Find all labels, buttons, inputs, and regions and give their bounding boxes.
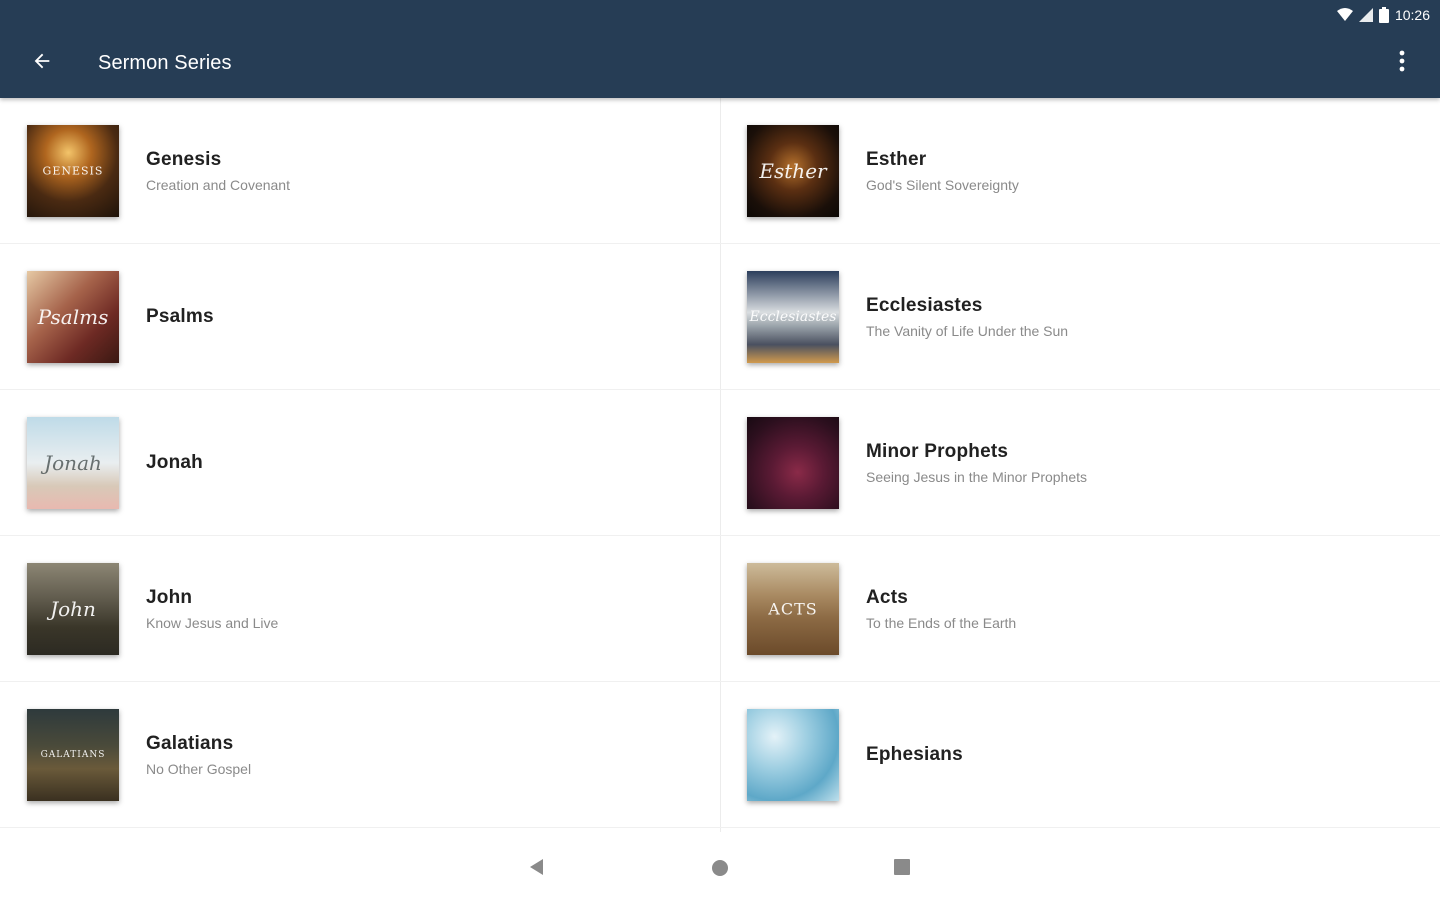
page-title: Sermon Series <box>98 51 232 74</box>
artwork-label: Esther <box>759 158 827 183</box>
series-subtitle: To the Ends of the Earth <box>866 614 1017 631</box>
series-title: Genesis <box>146 148 222 170</box>
series-subtitle: The Vanity of Life Under the Sun <box>866 322 1069 339</box>
series-item-galatians[interactable]: GALATIANS Galatians No Other Gospel <box>0 682 720 828</box>
series-subtitle: No Other Gospel <box>146 760 252 777</box>
series-item-genesis[interactable]: GENESIS Genesis Creation and Covenant <box>0 98 720 244</box>
back-button[interactable] <box>22 43 62 83</box>
artwork-label: ACTS <box>768 599 818 618</box>
series-artwork-ephesians <box>747 708 839 801</box>
series-artwork-minor-prophets <box>747 416 839 509</box>
series-item-esther[interactable]: Esther Esther God's Silent Sovereignty <box>720 98 1440 244</box>
back-triangle-icon[interactable] <box>528 858 548 878</box>
series-subtitle: God's Silent Sovereignty <box>866 176 1019 193</box>
series-subtitle: Creation and Covenant <box>146 176 290 193</box>
series-title: Psalms <box>146 305 214 327</box>
wifi-icon <box>1336 8 1353 22</box>
series-title: Jonah <box>146 451 203 473</box>
series-subtitle: Seeing Jesus in the Minor Prophets <box>866 468 1088 485</box>
series-artwork-john: John <box>27 562 119 655</box>
artwork-label: GENESIS <box>42 164 104 177</box>
signal-icon <box>1358 8 1373 22</box>
series-item-acts[interactable]: ACTS Acts To the Ends of the Earth <box>720 536 1440 682</box>
series-item-jonah[interactable]: Jonah Jonah <box>0 390 720 536</box>
series-title: Esther <box>866 148 927 170</box>
series-item-ecclesiastes[interactable]: Ecclesiastes Ecclesiastes The Vanity of … <box>720 244 1440 390</box>
artwork-label: John <box>50 596 96 621</box>
series-artwork-galatians: GALATIANS <box>27 708 119 801</box>
series-artwork-acts: ACTS <box>747 562 839 655</box>
series-artwork-genesis: GENESIS <box>27 124 119 217</box>
artwork-label: GALATIANS <box>40 749 106 760</box>
more-vert-icon <box>1399 50 1405 77</box>
series-item-ephesians[interactable]: Ephesians <box>720 682 1440 828</box>
status-bar: 10:26 <box>1336 4 1430 26</box>
home-circle-icon[interactable] <box>710 858 730 878</box>
series-artwork-jonah: Jonah <box>27 416 119 509</box>
overflow-menu-button[interactable] <box>1382 43 1422 83</box>
recents-square-icon[interactable] <box>893 858 913 878</box>
series-artwork-esther: Esther <box>747 124 839 217</box>
series-title: John <box>146 586 193 608</box>
series-grid: GENESIS Genesis Creation and Covenant Es… <box>0 98 1440 832</box>
system-nav-bar <box>0 832 1440 900</box>
series-title: Galatians <box>146 732 234 754</box>
app-bar: 10:26 Sermon Series <box>0 0 1440 98</box>
series-item-john[interactable]: John John Know Jesus and Live <box>0 536 720 682</box>
artwork-label: Psalms <box>37 304 109 329</box>
series-subtitle: Know Jesus and Live <box>146 614 279 631</box>
status-time: 10:26 <box>1394 7 1430 23</box>
arrow-left-icon <box>31 50 53 77</box>
series-artwork-ecclesiastes: Ecclesiastes <box>747 270 839 363</box>
series-title: Acts <box>866 586 908 608</box>
artwork-label: Jonah <box>44 450 102 475</box>
toolbar: Sermon Series <box>0 28 1440 98</box>
series-title: Minor Prophets <box>866 440 1009 462</box>
series-item-psalms[interactable]: Psalms Psalms <box>0 244 720 390</box>
series-title: Ephesians <box>866 743 963 765</box>
series-artwork-psalms: Psalms <box>27 270 119 363</box>
series-item-minor-prophets[interactable]: Minor Prophets Seeing Jesus in the Minor… <box>720 390 1440 536</box>
battery-icon <box>1378 7 1389 23</box>
series-title: Ecclesiastes <box>866 294 983 316</box>
artwork-label: Ecclesiastes <box>749 308 837 325</box>
